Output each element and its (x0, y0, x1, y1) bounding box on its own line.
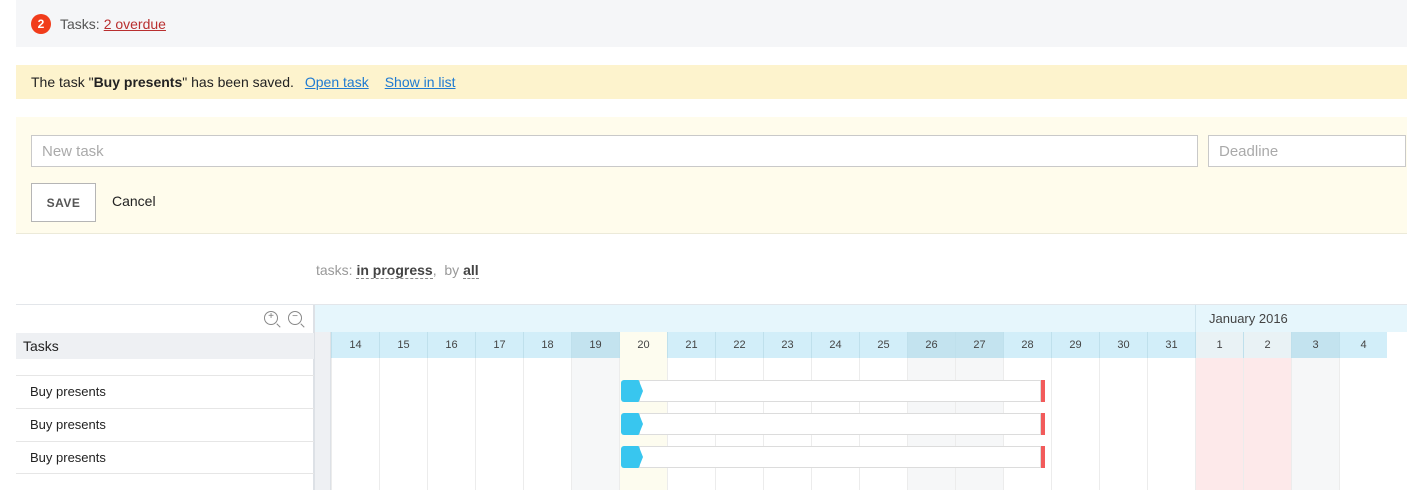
day-header-cell: 27 (955, 332, 1003, 358)
day-header-row: 14 15 16 17 18 19 20 21 22 23 24 25 26 27 28 29 30 31 1 2 3 4 (315, 332, 1407, 358)
day-header-cell: 26 (907, 332, 955, 358)
gantt-timeline: January 2016 14 15 16 17 18 19 20 21 22 23 24 25 26 2… (315, 305, 1407, 490)
day-header-cell: 2 (1243, 332, 1291, 358)
day-column (427, 358, 475, 490)
day-column (523, 358, 571, 490)
cancel-link[interactable]: Cancel (112, 193, 156, 209)
notice-prefix: The task " (31, 74, 94, 90)
day-header-cell: 24 (811, 332, 859, 358)
task-bar-start-handle[interactable] (621, 380, 643, 402)
day-header-cell: 16 (427, 332, 475, 358)
notice-suffix: " has been saved. (182, 74, 294, 90)
day-column (1051, 358, 1099, 490)
day-header-cell: 31 (1147, 332, 1195, 358)
overdue-bar: 2 Tasks: 2 overdue (16, 0, 1407, 47)
task-bar-start-handle[interactable] (621, 413, 643, 435)
deadline-input[interactable] (1208, 135, 1406, 167)
gantt-task-list: + − Tasks Buy presents Buy presents Buy … (16, 305, 315, 490)
deadline-marker[interactable] (1041, 380, 1045, 402)
day-column (331, 358, 379, 490)
day-header-cell: 21 (667, 332, 715, 358)
new-task-form: SAVE Cancel (16, 117, 1407, 234)
day-header-cell: 25 (859, 332, 907, 358)
overdue-label: Tasks: (60, 15, 100, 32)
task-bar[interactable] (639, 380, 1041, 402)
overdue-count-badge: 2 (31, 13, 51, 34)
open-task-link[interactable]: Open task (305, 74, 369, 90)
gantt-chart: + − Tasks Buy presents Buy presents Buy … (16, 304, 1407, 490)
month-label: January 2016 (1195, 305, 1407, 332)
new-task-input[interactable] (31, 135, 1198, 167)
day-header-cell: 19 (571, 332, 619, 358)
day-header-cell: 18 (523, 332, 571, 358)
day-header-cell: 4 (1339, 332, 1387, 358)
show-in-list-link[interactable]: Show in list (385, 74, 456, 90)
task-row[interactable]: Buy presents (16, 375, 314, 408)
filter-owner[interactable]: all (463, 262, 479, 279)
task-bar[interactable] (639, 413, 1041, 435)
day-header-cell: 14 (331, 332, 379, 358)
deadline-marker[interactable] (1041, 446, 1045, 468)
day-header-cell: 20 (619, 332, 667, 358)
day-column (379, 358, 427, 490)
day-header-cell: 23 (763, 332, 811, 358)
day-header-cell: 17 (475, 332, 523, 358)
day-header-cell: 15 (379, 332, 427, 358)
zoom-in-icon[interactable]: + (264, 311, 278, 325)
day-header-cell: 30 (1099, 332, 1147, 358)
task-filter: tasks: in progress, by all (316, 262, 479, 279)
day-header-cell: 3 (1291, 332, 1339, 358)
task-bar[interactable] (639, 446, 1041, 468)
save-button[interactable]: SAVE (31, 183, 96, 222)
day-column (1195, 358, 1243, 490)
day-header-cell: 29 (1051, 332, 1099, 358)
task-row[interactable]: Buy presents (16, 408, 314, 441)
day-column (1291, 358, 1339, 490)
filter-label: tasks: (316, 262, 353, 278)
zoom-out-icon[interactable]: − (288, 311, 302, 325)
tasks-column-header: Tasks (16, 333, 314, 359)
day-column (1339, 358, 1387, 490)
overdue-link[interactable]: 2 overdue (104, 16, 166, 32)
day-column (1243, 358, 1291, 490)
notice-task-name: Buy presents (93, 74, 183, 90)
day-column (1147, 358, 1195, 490)
filter-by-label: by (444, 262, 460, 278)
day-header-cell: 28 (1003, 332, 1051, 358)
day-column (475, 358, 523, 490)
deadline-marker[interactable] (1041, 413, 1045, 435)
task-bar-start-handle[interactable] (621, 446, 643, 468)
month-header-row: January 2016 (315, 305, 1407, 332)
timeline-gutter (315, 332, 331, 490)
task-row[interactable]: Buy presents (16, 441, 314, 474)
day-header-cell: 1 (1195, 332, 1243, 358)
filter-status[interactable]: in progress (356, 262, 433, 279)
day-column (571, 358, 619, 490)
saved-notice: The task " Buy presents " has been saved. … (16, 65, 1407, 99)
day-header-cell: 22 (715, 332, 763, 358)
day-column (1099, 358, 1147, 490)
